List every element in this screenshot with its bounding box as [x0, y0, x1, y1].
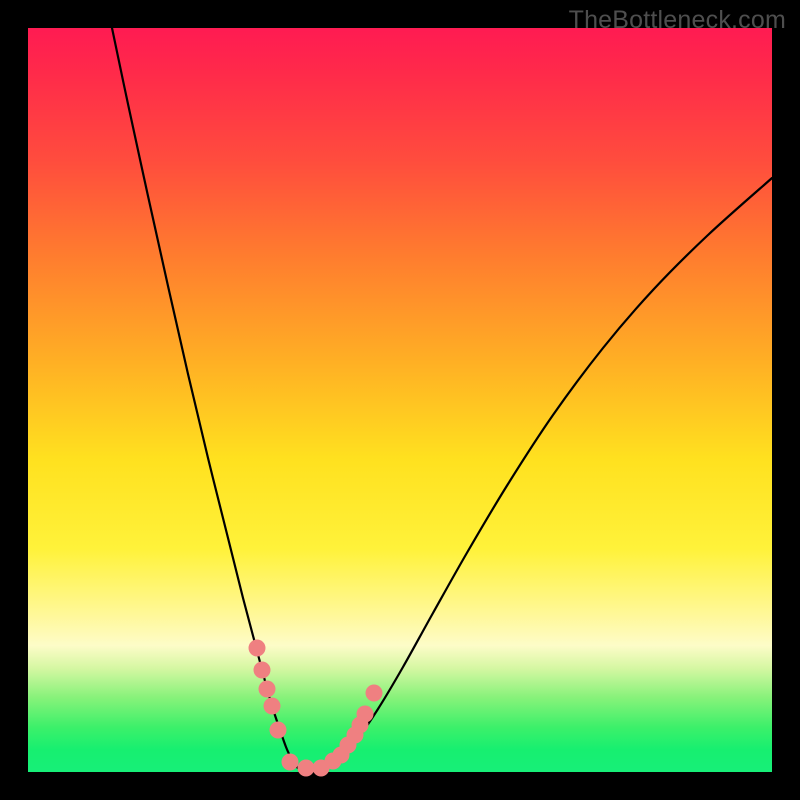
data-dot: [298, 760, 315, 777]
data-dot: [249, 640, 266, 657]
data-dot: [282, 754, 299, 771]
curve-left: [112, 28, 300, 770]
chart-frame: [28, 28, 772, 772]
data-dot: [270, 722, 287, 739]
curve-right: [316, 178, 772, 770]
data-dot: [254, 662, 271, 679]
data-dot: [264, 698, 281, 715]
dot-cluster: [249, 640, 383, 777]
data-dot: [366, 685, 383, 702]
watermark-text: TheBottleneck.com: [569, 6, 786, 35]
curve-left-path: [112, 28, 300, 770]
chart-svg: [28, 28, 772, 772]
curve-right-path: [316, 178, 772, 770]
data-dot: [357, 706, 374, 723]
data-dot: [259, 681, 276, 698]
